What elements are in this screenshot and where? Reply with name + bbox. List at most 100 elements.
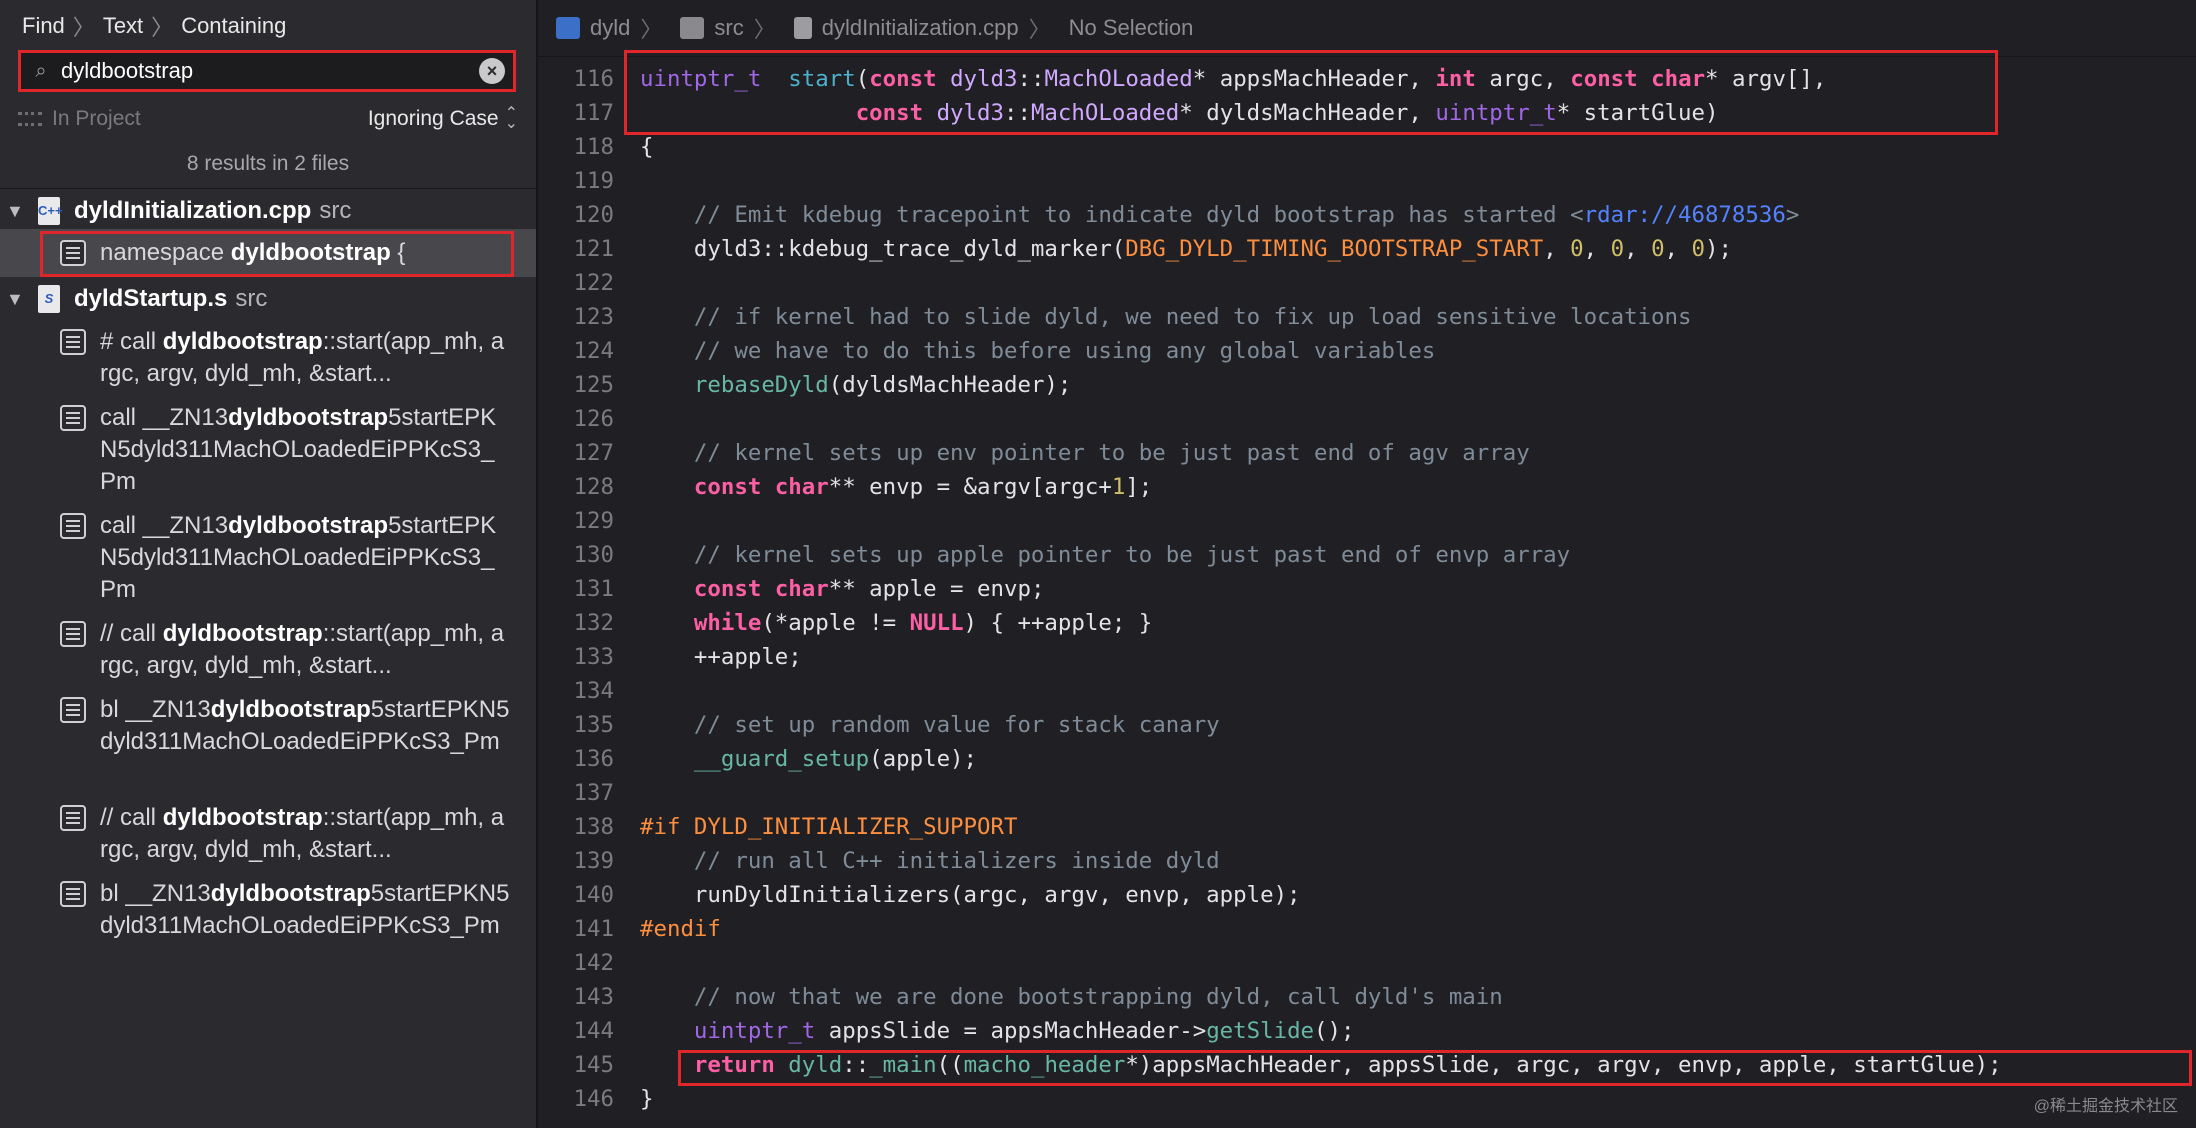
chevron-right-icon: 〉 <box>151 15 174 40</box>
line-number: 118 <box>573 134 614 160</box>
file-name: dyldInitialization.cpp <box>74 197 312 224</box>
code-text: runDyldInitializers(argc, argv, envp, ap… <box>640 878 1301 912</box>
code-token: rebaseDyld <box>693 372 829 398</box>
code-text: __guard_setup(apple); <box>640 742 977 776</box>
line-number: 130 <box>573 542 614 568</box>
code-token: ]; <box>1125 474 1153 500</box>
code-line[interactable]: 137 <box>538 776 2196 810</box>
cpp-file-icon <box>793 17 812 39</box>
code-text: // run all C++ initializers inside dyld <box>640 844 1220 878</box>
disclosure-triangle-icon[interactable]: ▼ <box>6 289 24 310</box>
code-token: } <box>640 1086 654 1112</box>
code-token: // Emit kdebug tracepoint to indicate dy… <box>693 202 1584 228</box>
file-result-row[interactable]: ▼ C++ dyldInitialization.cpp src <box>0 192 536 230</box>
line-number: 139 <box>573 848 614 874</box>
find-mode-containing[interactable]: Containing <box>181 13 286 39</box>
code-line[interactable]: 142 <box>538 946 2196 980</box>
code-line[interactable]: 120 // Emit kdebug tracepoint to indicat… <box>538 198 2196 232</box>
match-item[interactable]: call __ZN13dyldbootstrap5startEPKN5dyld3… <box>60 510 510 606</box>
asm-file-icon: S <box>38 285 60 313</box>
line-number: 143 <box>573 984 614 1010</box>
match-item[interactable]: // call dyldbootstrap::start(app_mh, arg… <box>60 802 510 866</box>
line-number: 131 <box>573 576 614 602</box>
scope-selector[interactable]: In Project <box>18 107 141 131</box>
disclosure-triangle-icon[interactable]: ▼ <box>6 201 24 222</box>
find-navigator: Find 〉 Text 〉 Containing ⌕ × In Project … <box>0 0 538 1128</box>
divider <box>0 188 536 189</box>
jump-bar-selection[interactable]: No Selection <box>1069 15 1194 41</box>
case-sensitivity-popup[interactable]: Ignoring Case ⌃ ⌄ <box>368 106 518 132</box>
code-line[interactable]: 136 __guard_setup(apple); <box>538 742 2196 776</box>
code-line[interactable]: 119 <box>538 164 2196 198</box>
find-mode-text[interactable]: Text <box>103 13 143 39</box>
search-input[interactable] <box>61 58 479 84</box>
match-item[interactable]: # call dyldbootstrap::start(app_mh, argc… <box>60 326 510 390</box>
xcode-window: Find 〉 Text 〉 Containing ⌕ × In Project … <box>0 0 2196 1128</box>
line-number: 126 <box>573 406 614 432</box>
code-line[interactable]: 132 while(*apple != NULL) { ++apple; } <box>538 606 2196 640</box>
code-token: #endif <box>640 916 721 942</box>
code-line[interactable]: 139 // run all C++ initializers inside d… <box>538 844 2196 878</box>
results-summary: 8 results in 2 files <box>186 152 350 175</box>
code-line[interactable]: 127 // kernel sets up env pointer to be … <box>538 436 2196 470</box>
scope-label: In Project <box>52 107 141 130</box>
match-item[interactable]: bl __ZN13dyldbootstrap5startEPKN5dyld311… <box>60 694 510 758</box>
match-item[interactable]: call __ZN13dyldbootstrap5startEPKN5dyld3… <box>60 402 510 498</box>
code-line[interactable]: 143 // now that we are done bootstrappin… <box>538 980 2196 1014</box>
match-item[interactable]: bl __ZN13dyldbootstrap5startEPKN5dyld311… <box>60 878 510 942</box>
jump-bar-project[interactable]: dyld 〉 <box>556 12 662 44</box>
code-line[interactable]: 141 #endif <box>538 912 2196 946</box>
line-number: 144 <box>573 1018 614 1044</box>
code-line[interactable]: 129 <box>538 504 2196 538</box>
cpp-file-icon: C++ <box>38 197 63 225</box>
code-token: #if DYLD_INITIALIZER_SUPPORT <box>640 814 1018 840</box>
line-number: 119 <box>573 168 614 194</box>
code-line[interactable]: 128 const char** envp = &argv[argc+1]; <box>538 470 2196 504</box>
text-lines-icon <box>60 621 86 647</box>
clear-search-icon[interactable]: × <box>479 58 505 84</box>
jump-bar-file[interactable]: dyldInitialization.cpp 〉 <box>793 12 1051 44</box>
code-line[interactable]: 130 // kernel sets up apple pointer to b… <box>538 538 2196 572</box>
code-text: // kernel sets up apple pointer to be ju… <box>640 538 1570 572</box>
code-token: // set up random value for stack canary <box>693 712 1220 738</box>
code-text: // now that we are done bootstrapping dy… <box>640 980 1503 1014</box>
file-result-row[interactable]: ▼ S dyldStartup.s src <box>0 280 536 318</box>
signature-highlight-box <box>624 50 1998 135</box>
code-token: // run all C++ initializers inside dyld <box>693 848 1220 874</box>
project-icon <box>556 17 580 39</box>
code-line[interactable]: 134 <box>538 674 2196 708</box>
code-line[interactable]: 146} <box>538 1082 2196 1116</box>
code-token: rdar://46878536 <box>1583 202 1786 228</box>
code-line[interactable]: 138 #if DYLD_INITIALIZER_SUPPORT <box>538 810 2196 844</box>
code-line[interactable]: 144 uintptr_t appsSlide = appsMachHeader… <box>538 1014 2196 1048</box>
code-line[interactable]: 124 // we have to do this before using a… <box>538 334 2196 368</box>
search-field[interactable]: ⌕ × <box>18 50 516 92</box>
code-token: runDyldInitializers(argc, argv, envp, ap… <box>640 882 1301 908</box>
code-line[interactable]: 125 rebaseDyld(dyldsMachHeader); <box>538 368 2196 402</box>
code-line[interactable]: 133 ++apple; <box>538 640 2196 674</box>
code-line[interactable]: 118 { <box>538 130 2196 164</box>
jump-bar-folder[interactable]: src 〉 <box>680 12 776 44</box>
code-line[interactable]: 126 <box>538 402 2196 436</box>
code-line[interactable]: 122 <box>538 266 2196 300</box>
code-line[interactable]: 123 // if kernel had to slide dyld, we n… <box>538 300 2196 334</box>
match-text: call __ZN13dyldbootstrap5startEPKN5dyld3… <box>100 512 497 603</box>
line-number: 129 <box>573 508 614 534</box>
line-number: 136 <box>573 746 614 772</box>
code-line[interactable]: 135 // set up random value for stack can… <box>538 708 2196 742</box>
find-mode-find[interactable]: Find <box>22 13 65 39</box>
code-token: ); <box>1705 236 1732 262</box>
file-dir: src <box>235 285 268 312</box>
search-icon[interactable]: ⌕ <box>21 60 61 83</box>
code-line[interactable]: 121 dyld3::kdebug_trace_dyld_marker(DBG_… <box>538 232 2196 266</box>
code-token: (*apple != <box>761 610 910 636</box>
code-token: ** apple = envp; <box>828 576 1045 602</box>
code-area[interactable]: 116 uintptr_t start(const dyld3::MachOLoa… <box>538 62 2196 1116</box>
code-line[interactable]: 131 const char** apple = envp; <box>538 572 2196 606</box>
code-line[interactable]: 140 runDyldInitializers(argc, argv, envp… <box>538 878 2196 912</box>
match-item[interactable]: // call dyldbootstrap::start(app_mh, arg… <box>60 618 510 682</box>
line-number: 137 <box>573 780 614 806</box>
